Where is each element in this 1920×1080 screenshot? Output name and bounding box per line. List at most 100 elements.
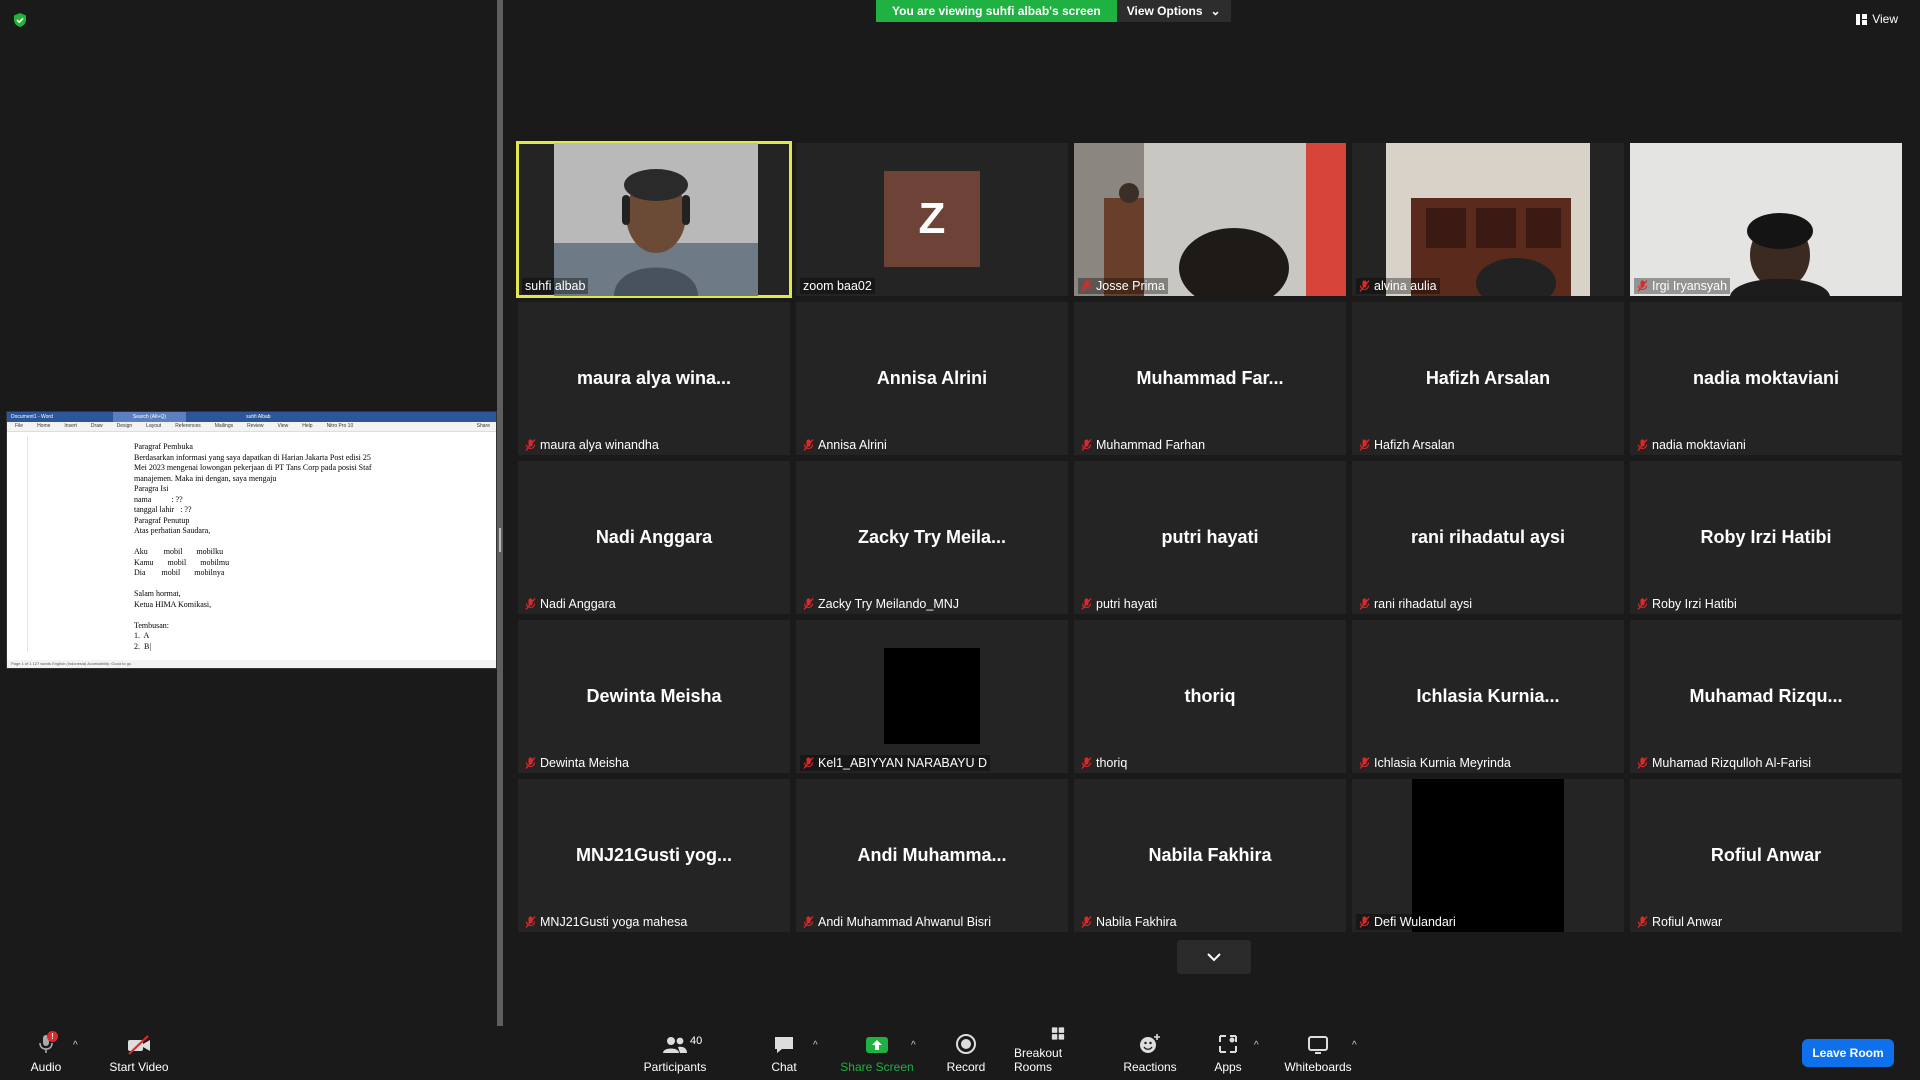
record-button[interactable]: Record (946, 1026, 986, 1080)
chat-button[interactable]: Chat (768, 1026, 800, 1080)
participant-name-label: maura alya winandha (522, 437, 662, 453)
whiteboards-button[interactable]: Whiteboards (1282, 1026, 1354, 1080)
screen-share-banner: You are viewing suhfi albab's screen Vie… (876, 0, 1231, 22)
participant-name: Irgi Iryansyah (1652, 279, 1728, 293)
document-line: Paragraf Penutup (134, 515, 190, 525)
view-button[interactable]: View (1856, 12, 1898, 26)
participant-tile[interactable]: Kel1_ABIYYAN NARABAYU D (796, 620, 1068, 773)
reactions-icon (1140, 1034, 1160, 1053)
shared-screen-view[interactable]: Document1 - Word Search (Alt+Q) suhfi Al… (6, 411, 497, 669)
word-ribbon-tab: Home (37, 423, 51, 429)
video-off-icon (128, 1035, 150, 1055)
participant-name: Hafizh Arsalan (1374, 438, 1455, 452)
participant-tile[interactable]: Defi Wulandari (1352, 779, 1624, 932)
participant-tile[interactable]: Irgi Iryansyah (1630, 143, 1902, 296)
participant-name-label: Josse Prima (1078, 278, 1168, 294)
word-ribbon-tab: Help (302, 423, 313, 429)
participant-tile[interactable]: maura alya wina... maura alya winandha (518, 302, 790, 455)
document-line: Paragraf Pembuka (134, 442, 193, 451)
document-line: Kamu mobil mobilmu (134, 557, 230, 567)
participant-tile[interactable]: Josse Prima (1074, 143, 1346, 296)
word-ribbon-tab: View (277, 423, 289, 429)
participant-video (1074, 143, 1346, 296)
participant-tile[interactable]: Hafizh Arsalan Hafizh Arsalan (1352, 302, 1624, 455)
participants-icon (663, 1037, 687, 1053)
audio-options-caret[interactable]: ^ (73, 1040, 78, 1051)
participant-display-name: MNJ21Gusti yog... (575, 845, 733, 865)
participant-tile[interactable]: nadia moktaviani nadia moktaviani (1630, 302, 1902, 455)
word-page: Paragraf Pembuka Berdasarkan informasi ya… (27, 436, 483, 652)
start-video-button[interactable]: Start Video (105, 1026, 173, 1080)
participant-tile[interactable]: Dewinta Meisha Dewinta Meisha (518, 620, 790, 773)
participant-name-label: Irgi Iryansyah (1634, 278, 1731, 294)
word-search-box: Search (Alt+Q) (112, 412, 187, 422)
participant-tile[interactable]: Muhamad Rizqu... Muhamad Rizqulloh Al-Far… (1630, 620, 1902, 773)
participant-tile[interactable]: Zzoom baa02 (796, 143, 1068, 296)
participant-name-label: putri hayati (1078, 596, 1160, 612)
record-label: Record (946, 1060, 986, 1074)
participant-name-label: Nadi Anggara (522, 596, 619, 612)
leave-room-button[interactable]: Leave Room (1802, 1039, 1894, 1067)
muted-microphone-icon (1637, 916, 1648, 928)
participant-tile[interactable]: Rofiul Anwar Rofiul Anwar (1630, 779, 1902, 932)
word-user: suhfi Albab (246, 414, 271, 420)
muted-microphone-icon (1359, 916, 1370, 928)
participant-display-name: Nabila Fakhira (1148, 845, 1272, 865)
participant-tile[interactable]: rani rihadatul aysi rani rihadatul aysi (1352, 461, 1624, 614)
panel-divider[interactable] (497, 0, 503, 1026)
participant-tile[interactable]: thoriq thoriq (1074, 620, 1346, 773)
participant-name: Annisa Alrini (818, 438, 887, 452)
participant-name: Defi Wulandari (1374, 915, 1456, 929)
participant-tile[interactable]: alvina aulia (1352, 143, 1624, 296)
muted-microphone-icon (1359, 598, 1370, 610)
next-page-button[interactable] (1177, 940, 1251, 974)
participant-display-name: rani rihadatul aysi (1410, 527, 1566, 547)
apps-button[interactable]: Apps (1212, 1026, 1244, 1080)
document-line: Aku mobil mobilku (134, 547, 224, 556)
muted-microphone-icon (1081, 916, 1092, 928)
participant-tile[interactable]: Zacky Try Meila... Zacky Try Meilando_MNJ (796, 461, 1068, 614)
participant-name: Dewinta Meisha (540, 756, 629, 770)
participant-display-name: thoriq (1184, 686, 1236, 706)
audio-button[interactable]: Audio (28, 1026, 64, 1080)
participant-name-label: alvina aulia (1356, 278, 1440, 294)
participant-tile[interactable]: Nabila Fakhira Nabila Fakhira (1074, 779, 1346, 932)
participant-tile[interactable]: MNJ21Gusti yog... MNJ21Gusti yoga mahesa (518, 779, 790, 932)
participant-tile[interactable]: Roby Irzi Hatibi Roby Irzi Hatibi (1630, 461, 1902, 614)
muted-microphone-icon (1637, 757, 1648, 769)
security-shield-icon[interactable] (12, 12, 28, 28)
participant-tile[interactable]: Andi Muhamma... Andi Muhammad Ahwanul Bis… (796, 779, 1068, 932)
participant-tile[interactable]: Muhammad Far... Muhammad Farhan (1074, 302, 1346, 455)
participant-name: suhfi albab (525, 279, 586, 293)
breakout-rooms-button[interactable]: Breakout Rooms (1014, 1026, 1102, 1080)
reactions-button[interactable]: Reactions (1123, 1026, 1177, 1080)
whiteboards-options-caret[interactable]: ^ (1352, 1040, 1357, 1051)
participant-video (1630, 143, 1902, 296)
document-line: Tembusan: (134, 620, 169, 630)
participant-tile[interactable]: Ichlasia Kurnia... Ichlasia Kurnia Meyrin… (1352, 620, 1624, 773)
participant-tile[interactable]: suhfi albab (516, 141, 792, 298)
participant-display-name: Hafizh Arsalan (1425, 368, 1551, 388)
divider-grip[interactable] (499, 528, 501, 552)
view-options-button[interactable]: View Options ⌄ (1116, 0, 1231, 22)
reactions-label: Reactions (1123, 1060, 1177, 1074)
meeting-toolbar: Audio ! ^ Start Video Participants 40 Ch… (0, 1026, 1920, 1080)
participant-tile[interactable]: Nadi Anggara Nadi Anggara (518, 461, 790, 614)
participants-label: Participants (643, 1060, 707, 1074)
participant-tile[interactable]: putri hayati putri hayati (1074, 461, 1346, 614)
participant-avatar: Z (884, 171, 980, 267)
participant-video (554, 143, 758, 296)
word-document-text: Paragraf Pembuka Berdasarkan informasi ya… (134, 442, 454, 652)
viewing-screen-label: You are viewing suhfi albab's screen (876, 0, 1117, 22)
chat-options-caret[interactable]: ^ (813, 1040, 818, 1051)
participant-name: Nabila Fakhira (1096, 915, 1177, 929)
audio-warning-badge: ! (47, 1031, 58, 1042)
participant-tile[interactable]: Annisa Alrini Annisa Alrini (796, 302, 1068, 455)
apps-options-caret[interactable]: ^ (1254, 1040, 1259, 1051)
share-screen-button[interactable]: Share Screen (840, 1026, 914, 1080)
participant-display-name: Nadi Anggara (595, 527, 713, 547)
participant-name-label: Dewinta Meisha (522, 755, 632, 771)
share-options-caret[interactable]: ^ (911, 1040, 916, 1051)
word-ribbon-tab: Mailings (214, 423, 234, 429)
